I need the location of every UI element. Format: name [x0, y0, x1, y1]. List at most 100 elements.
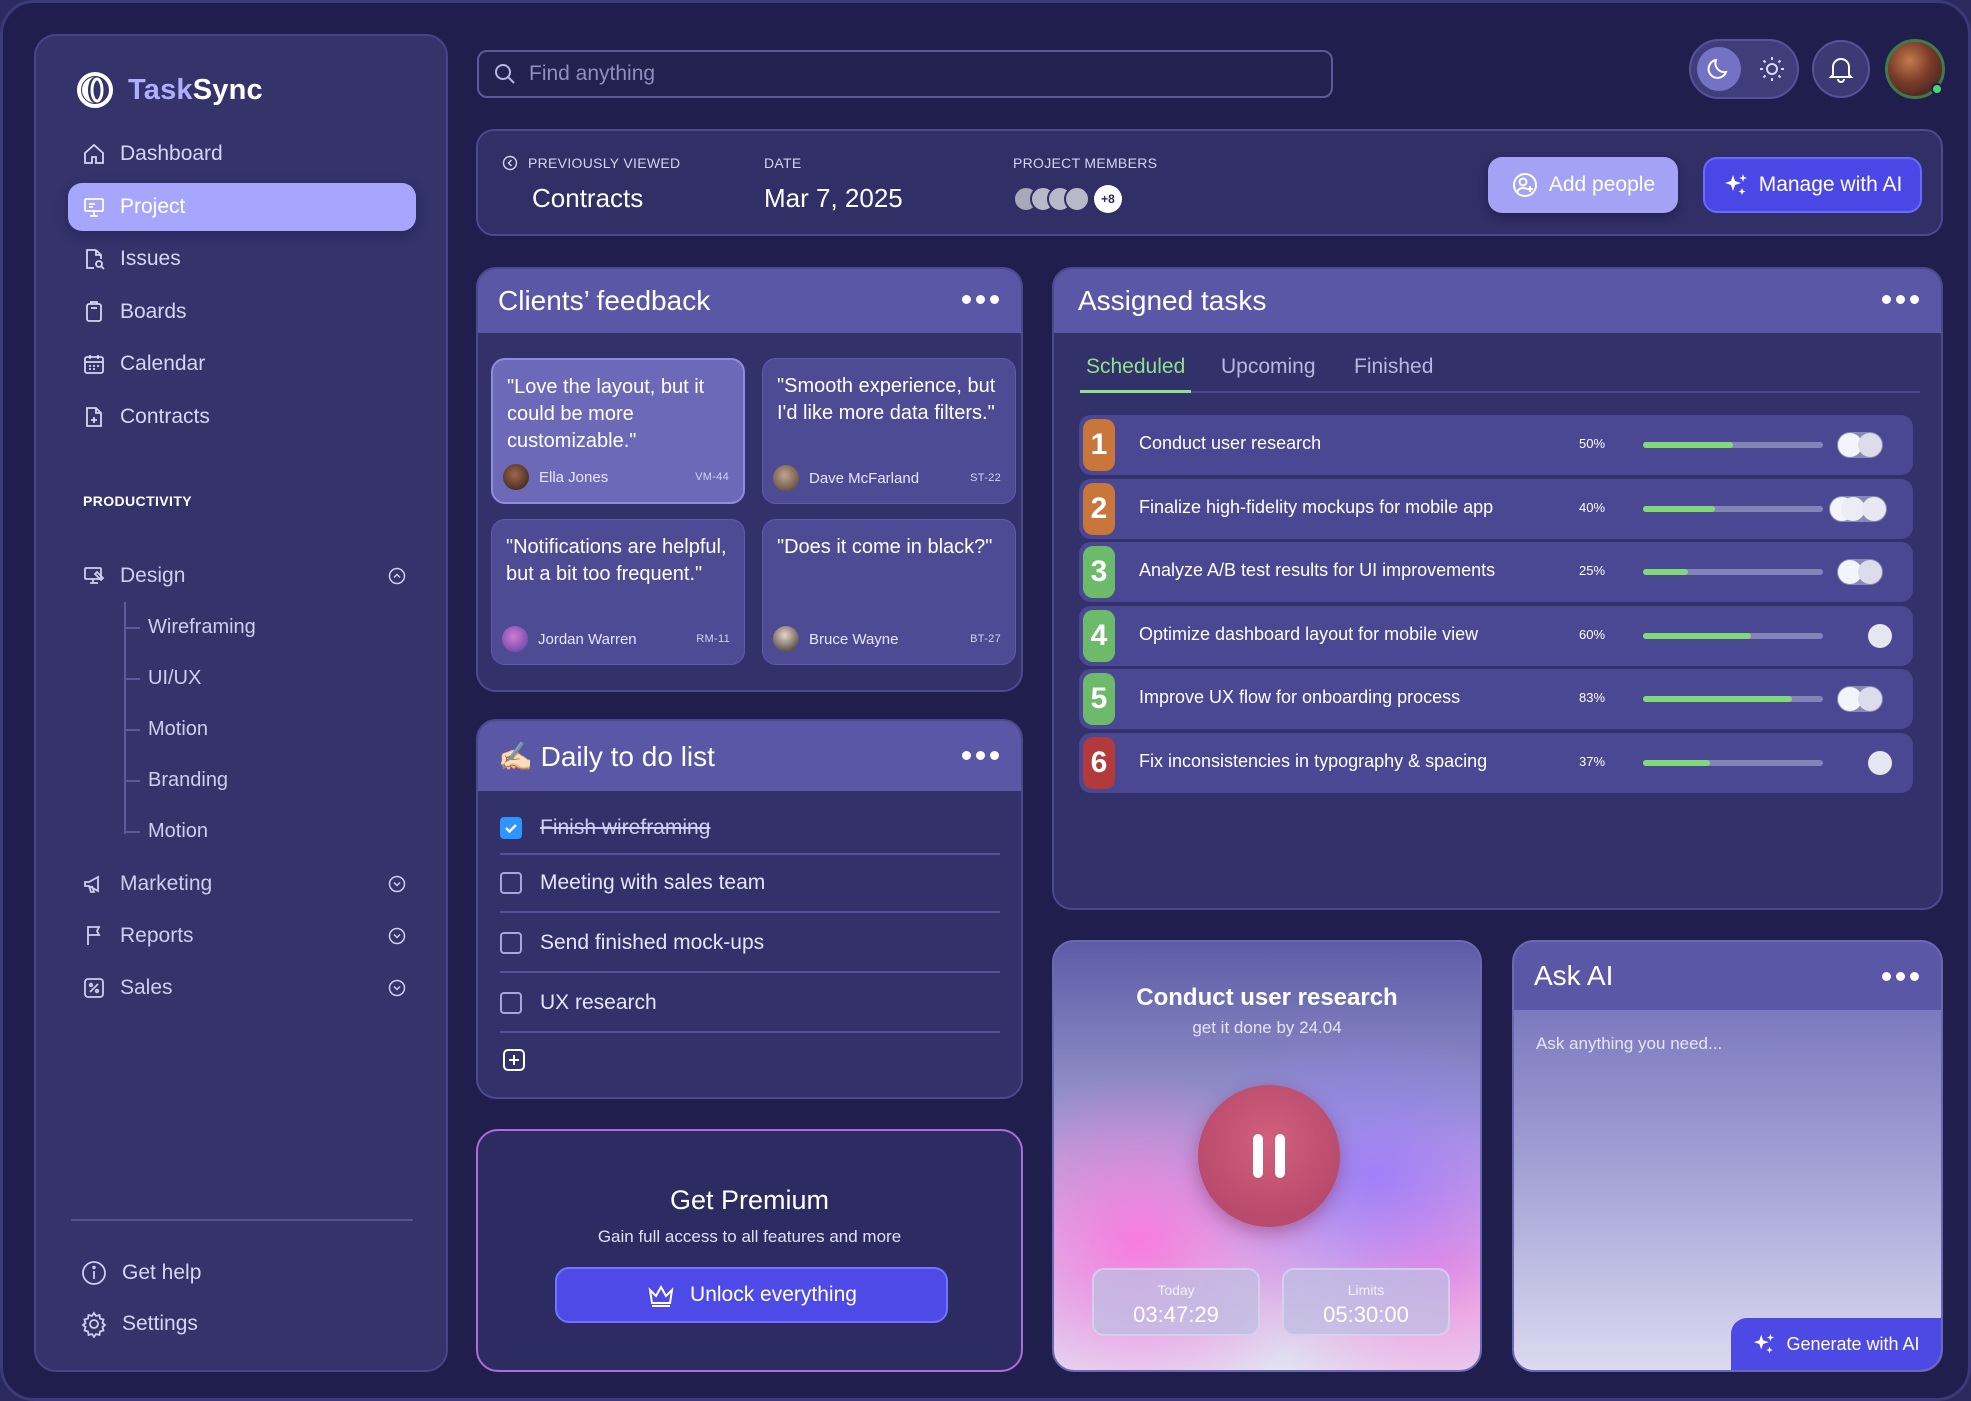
unlock-everything-button[interactable]: Unlock everything: [555, 1267, 948, 1323]
generate-with-ai-button[interactable]: Generate with AI: [1731, 1318, 1941, 1370]
tab-scheduled[interactable]: Scheduled: [1080, 355, 1192, 393]
search-input[interactable]: [529, 62, 1289, 86]
nav-item-boards[interactable]: Boards: [68, 288, 416, 336]
pause-icon-bar: [1253, 1134, 1263, 1178]
moon-icon: [1707, 58, 1728, 79]
brand[interactable]: TaskSync: [76, 71, 263, 109]
focus-deadline: get it done by 24.04: [1192, 1018, 1342, 1037]
tree-group-reports[interactable]: Reports: [68, 910, 416, 962]
todo-item[interactable]: Meeting with sales team: [500, 855, 1000, 913]
tree-group-marketing[interactable]: Marketing: [68, 858, 416, 910]
tree-group-label: Design: [120, 564, 186, 587]
get-help-link[interactable]: Get help: [80, 1249, 410, 1297]
theme-toggle[interactable]: [1689, 39, 1799, 99]
tree-group-sales[interactable]: Sales: [68, 962, 416, 1014]
pause-button[interactable]: [1198, 1085, 1340, 1227]
task-toggle[interactable]: [1867, 623, 1913, 649]
chevron-up-icon[interactable]: [388, 567, 406, 585]
task-row[interactable]: 5 Improve UX flow for onboarding process 8…: [1079, 669, 1913, 729]
task-toggle[interactable]: [1837, 559, 1883, 585]
checkbox[interactable]: [500, 872, 522, 894]
search-bar[interactable]: [477, 50, 1333, 98]
project-members: PROJECT MEMBERS +8: [1013, 155, 1157, 213]
more-options-icon[interactable]: [962, 751, 999, 760]
members-avatars[interactable]: +8: [1013, 185, 1157, 213]
task-toggle[interactable]: [1837, 686, 1883, 712]
more-options-icon[interactable]: [1882, 295, 1919, 304]
section-label-productivity: PRODUCTIVITY: [83, 493, 193, 509]
task-name: Finalize high-fidelity mockups for mobil…: [1139, 496, 1494, 517]
chevron-down-icon[interactable]: [388, 979, 406, 997]
task-toggle[interactable]: [1829, 495, 1887, 522]
feedback-author: Jordan Warren: [538, 630, 637, 648]
sparkles-icon: [1754, 1333, 1775, 1354]
task-row[interactable]: 2 Finalize high-fidelity mockups for mobi…: [1079, 478, 1913, 539]
feedback-item[interactable]: "Does it come in black?" Bruce Wayne BT-…: [762, 519, 1016, 665]
toggle-knob: [1858, 560, 1882, 584]
checkbox-checked[interactable]: [500, 817, 522, 839]
task-row[interactable]: 4 Optimize dashboard layout for mobile vi…: [1079, 605, 1913, 666]
ask-ai-card: Ask AI Ask anything you need... Generate…: [1512, 940, 1943, 1372]
manage-with-ai-button[interactable]: Manage with AI: [1703, 157, 1922, 213]
tab-upcoming[interactable]: Upcoming: [1221, 355, 1316, 393]
card-title: Ask AI: [1534, 960, 1614, 991]
add-people-button[interactable]: Add people: [1488, 157, 1678, 213]
task-toggle[interactable]: [1867, 750, 1913, 776]
sub-item-ui-ux[interactable]: UI/UX: [96, 653, 416, 704]
chevron-down-icon[interactable]: [388, 875, 406, 893]
task-row[interactable]: 6 Fix inconsistencies in typography & spa…: [1079, 732, 1913, 793]
checkbox[interactable]: [500, 932, 522, 954]
task-toggle[interactable]: [1837, 432, 1883, 458]
tree-group-label: Reports: [120, 924, 194, 947]
tab-finished[interactable]: Finished: [1354, 355, 1433, 393]
tree-group-label: Sales: [120, 976, 173, 999]
sun-icon[interactable]: [1757, 54, 1787, 84]
megaphone-icon: [84, 875, 99, 893]
more-options-icon[interactable]: [1882, 972, 1919, 981]
user-avatar[interactable]: [1885, 39, 1945, 99]
nav-label: Dashboard: [120, 142, 223, 165]
sub-item-branding[interactable]: Branding: [96, 755, 416, 806]
design-subtree: Wireframing UI/UX Motion Branding Motion: [96, 602, 416, 858]
task-number-badge: 6: [1083, 736, 1115, 789]
todo-item[interactable]: UX research: [500, 975, 1000, 1033]
pause-icon-bar: [1275, 1134, 1285, 1178]
feedback-item[interactable]: "Love the layout, but it could be more c…: [491, 358, 745, 504]
nav-label: Project: [120, 194, 186, 218]
get-help-label: Get help: [122, 1261, 202, 1284]
feedback-item[interactable]: "Notifications are helpful, but a bit to…: [491, 519, 745, 665]
sub-item-motion[interactable]: Motion: [96, 704, 416, 755]
sidebar-divider: [71, 1219, 413, 1221]
percent-icon: [84, 978, 104, 998]
more-options-icon[interactable]: [962, 295, 999, 304]
chevron-down-icon[interactable]: [388, 927, 406, 945]
card-header: Clients’ feedback: [478, 269, 1021, 333]
todo-item[interactable]: Send finished mock-ups: [500, 915, 1000, 973]
settings-link[interactable]: Settings: [80, 1300, 410, 1348]
nav-item-dashboard[interactable]: Dashboard: [68, 130, 416, 178]
add-todo-icon[interactable]: [502, 1048, 526, 1072]
feedback-item[interactable]: "Smooth experience, but I'd like more da…: [762, 358, 1016, 504]
limits-timer: Limits 05:30:00: [1282, 1268, 1450, 1336]
sub-item-wireframing[interactable]: Wireframing: [96, 602, 416, 653]
checkbox[interactable]: [500, 992, 522, 1014]
task-row[interactable]: 3 Analyze A/B test results for UI improve…: [1079, 542, 1913, 602]
dark-mode-button[interactable]: [1697, 47, 1741, 91]
sub-item-motion-2[interactable]: Motion: [96, 806, 416, 857]
task-progress-fill: [1643, 696, 1793, 702]
ask-ai-input[interactable]: Ask anything you need...: [1536, 1034, 1722, 1054]
feedback-author: Ella Jones: [539, 468, 609, 486]
notifications-button[interactable]: [1812, 40, 1870, 98]
tree-group-design[interactable]: Design: [68, 550, 416, 602]
task-progress-percent: 37%: [1579, 753, 1606, 769]
productivity-tree: Design Wireframing UI/UX Motion Branding…: [68, 550, 416, 1014]
todo-item[interactable]: Finish wireframing: [500, 803, 1000, 855]
nav-item-contracts[interactable]: Contracts: [68, 393, 416, 441]
previously-viewed-link[interactable]: Contracts: [532, 183, 680, 214]
nav-item-project[interactable]: Project: [68, 182, 416, 231]
nav-item-calendar[interactable]: Calendar: [68, 340, 416, 388]
todo-label: Meeting with sales team: [540, 871, 766, 894]
task-row[interactable]: 1 Conduct user research 50%: [1079, 415, 1913, 475]
nav-item-issues[interactable]: Issues: [68, 235, 416, 283]
clients-feedback-card: Clients’ feedback "Love the layout, but …: [476, 267, 1023, 692]
